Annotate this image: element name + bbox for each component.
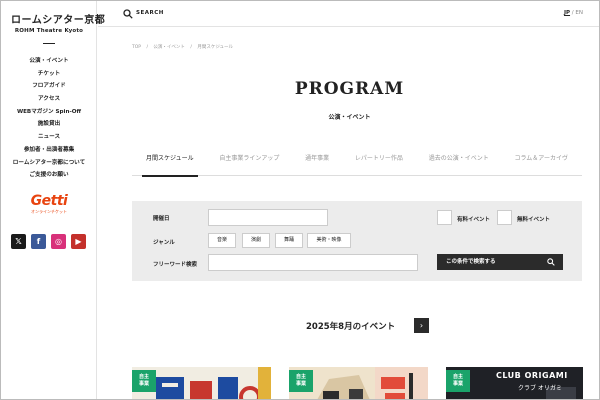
page-title: PROGRAM	[294, 79, 405, 99]
sidebar: ロームシアター京都 ROHM Theatre Kyoto 公演・イベント チケッ…	[1, 1, 106, 399]
site-logo[interactable]: ロームシアター京都 ROHM Theatre Kyoto	[11, 15, 106, 34]
date-input[interactable]	[208, 209, 328, 226]
getti-caption: オンラインチケット	[31, 209, 67, 214]
program-tabs: 月間スケジュール 自主事業ラインアップ 通年事業 レパートリー作品 過去の公演・…	[132, 149, 582, 177]
tab-year-round[interactable]: 通年事業	[305, 149, 329, 176]
nav-item-access[interactable]: アクセス	[1, 93, 97, 106]
breadcrumb-separator: /	[146, 45, 148, 50]
date-label: 開催日	[153, 216, 170, 222]
genre-music-button[interactable]: 音楽	[208, 233, 236, 248]
nav-item-events[interactable]: 公演・イベント	[1, 55, 97, 68]
search-button[interactable]: SEARCH	[136, 10, 164, 16]
logo-english: ROHM Theatre Kyoto	[14, 28, 84, 34]
keyword-label: フリーワード検索	[153, 262, 198, 268]
genre-art-film-button[interactable]: 美術・映像	[307, 233, 351, 248]
nav-item-facility-rental[interactable]: 施設貸出	[1, 118, 97, 131]
event-filter: 開催日 有料イベント 無料イベント ジャンル 音楽 演劇 舞踊 美術・映像 フリ…	[132, 201, 582, 281]
next-month-button[interactable]: ›	[414, 318, 429, 333]
lang-jp-link[interactable]: JP	[564, 10, 570, 16]
event-card[interactable]: 自主 事業	[132, 367, 271, 399]
logo-japanese: ロームシアター京都	[11, 15, 106, 26]
search-icon[interactable]	[123, 9, 133, 19]
tab-repertory[interactable]: レパートリー作品	[355, 149, 403, 176]
breadcrumb-events[interactable]: 公演・イベント	[153, 45, 185, 50]
event-card[interactable]: 自主 事業 CLUB ORIGAMI クラブ オリガミ	[446, 367, 583, 399]
month-heading: 2025年8月のイベント	[306, 322, 396, 332]
sidebar-nav: 公演・イベント チケット フロアガイド アクセス WEBマガジン Spin-Of…	[1, 55, 97, 182]
paid-event-label: 有料イベント	[457, 217, 491, 223]
lang-separator: /	[571, 10, 574, 16]
genre-label: ジャンル	[153, 240, 175, 246]
filter-search-label: この条件で検索する	[446, 259, 496, 265]
tab-own-lineup[interactable]: 自主事業ラインアップ	[219, 149, 279, 176]
page-subtitle: 公演・イベント	[328, 114, 371, 121]
instagram-icon[interactable]: ◎	[51, 234, 66, 249]
getti-link[interactable]: Getti オンラインチケット	[27, 194, 71, 216]
event-card-title-jp: クラブ オリガミ	[518, 385, 562, 392]
keyword-input[interactable]	[208, 254, 418, 271]
breadcrumb: TOP / 公演・イベント / 月間スケジュール	[132, 44, 237, 50]
tab-monthly-schedule[interactable]: 月間スケジュール	[142, 149, 198, 177]
nav-item-floor-guide[interactable]: フロアガイド	[1, 80, 97, 93]
free-event-checkbox[interactable]	[497, 210, 512, 225]
language-switch: JP / EN	[564, 10, 583, 16]
breadcrumb-current: 月間スケジュール	[197, 45, 234, 50]
social-links: 𝕏 f ◎ ▶	[11, 234, 86, 249]
tab-column-archive[interactable]: コラム＆アーカイヴ	[514, 149, 567, 176]
logo-divider	[43, 43, 55, 44]
youtube-icon[interactable]: ▶	[71, 234, 86, 249]
nav-item-news[interactable]: ニュース	[1, 131, 97, 144]
own-production-badge: 自主 事業	[446, 370, 470, 392]
top-bar: SEARCH JP / EN	[98, 1, 599, 27]
nav-item-about[interactable]: ロームシアター京都について	[1, 157, 97, 170]
own-production-badge: 自主 事業	[132, 370, 156, 392]
facebook-icon[interactable]: f	[31, 234, 46, 249]
event-card[interactable]: 自主 事業	[289, 367, 428, 399]
lang-en-link[interactable]: EN	[575, 10, 583, 16]
x-icon[interactable]: 𝕏	[11, 234, 26, 249]
paid-event-checkbox[interactable]	[437, 210, 452, 225]
nav-item-web-magazine[interactable]: WEBマガジン Spin-Off	[1, 106, 97, 119]
nav-item-recruitment[interactable]: 参加者・出演者募集	[1, 144, 97, 157]
genre-dance-button[interactable]: 舞踊	[275, 233, 303, 248]
free-event-label: 無料イベント	[517, 217, 551, 223]
breadcrumb-top[interactable]: TOP	[132, 45, 141, 50]
event-card-title: CLUB ORIGAMI	[496, 371, 568, 380]
tab-past-events[interactable]: 過去の公演・イベント	[429, 149, 489, 176]
genre-theater-button[interactable]: 演劇	[242, 233, 270, 248]
browser-frame: ロームシアター京都 ROHM Theatre Kyoto 公演・イベント チケッ…	[0, 0, 600, 400]
getti-logo: Getti	[30, 193, 68, 209]
search-icon	[547, 258, 555, 266]
nav-item-support[interactable]: ご支援のお願い	[1, 169, 97, 182]
filter-search-button[interactable]: この条件で検索する	[437, 254, 563, 270]
nav-item-tickets[interactable]: チケット	[1, 68, 97, 81]
own-production-badge: 自主 事業	[289, 370, 313, 392]
breadcrumb-separator: /	[190, 45, 192, 50]
